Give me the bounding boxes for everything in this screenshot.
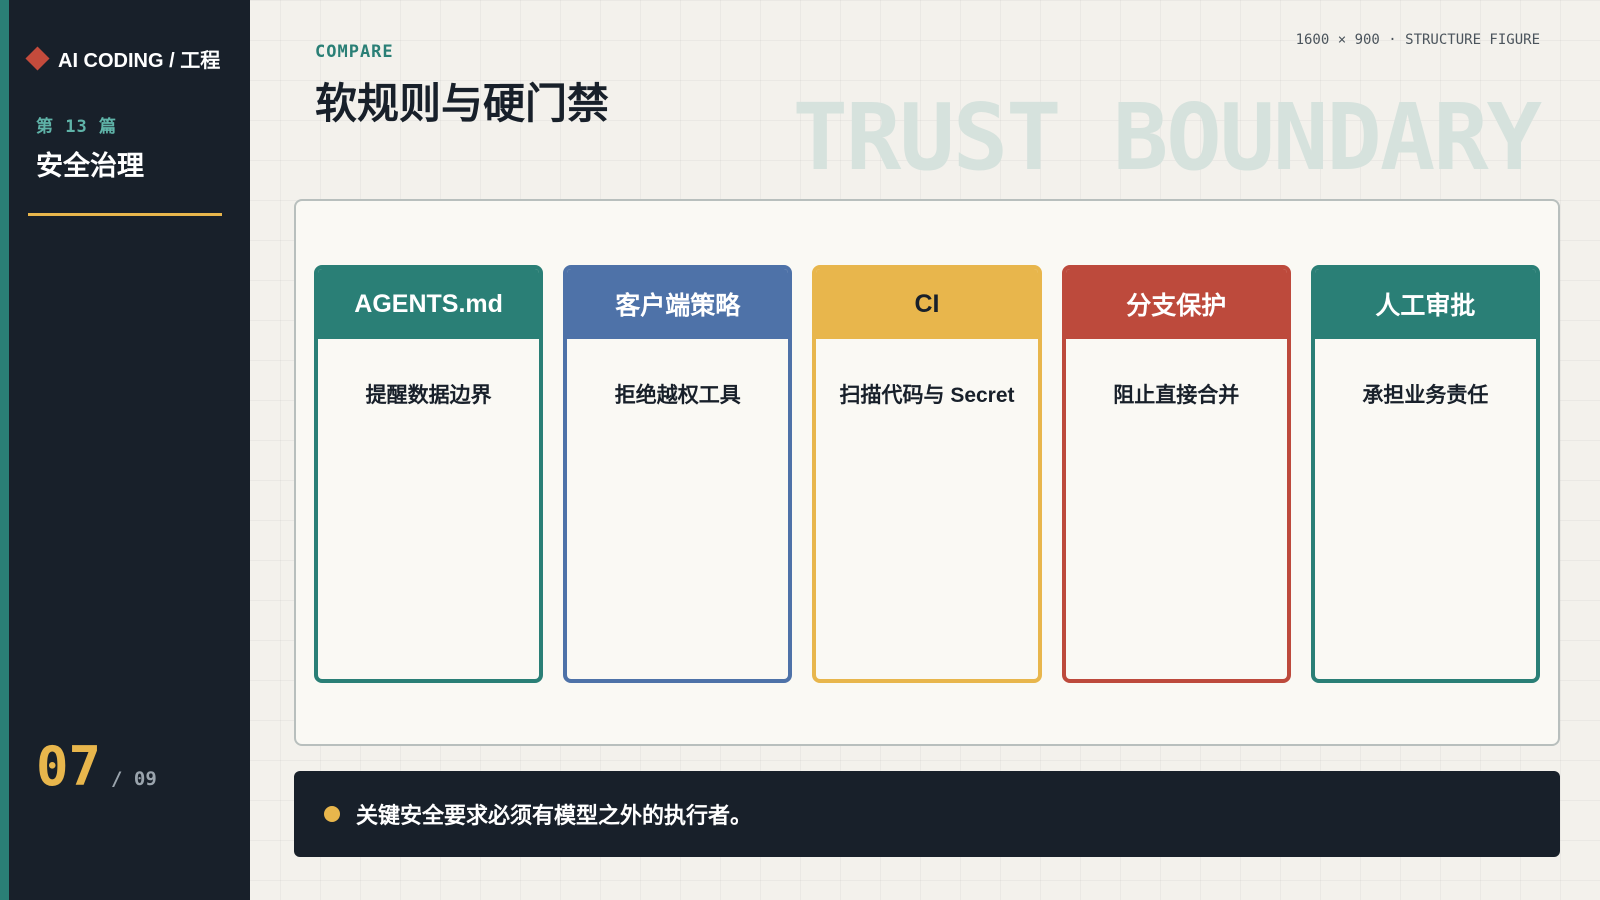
comparison-panel: AGENTS.md 提醒数据边界 客户端策略 拒绝越权工具 CI 扫描代码与 S… xyxy=(294,199,1560,746)
sidebar-accent-bar xyxy=(0,0,9,900)
column-header: 人工审批 xyxy=(1314,269,1537,339)
column-human-approval: 人工审批 承担业务责任 xyxy=(1310,265,1541,683)
header-kicker: COMPARE xyxy=(315,42,394,62)
figure-meta: 1600 × 900 · STRUCTURE FIGURE xyxy=(1295,32,1540,48)
diamond-icon xyxy=(25,46,50,71)
brand-label: AI CODING / 工程 xyxy=(58,50,221,72)
chapter-title: 安全治理 xyxy=(36,151,144,182)
column-header: 客户端策略 xyxy=(567,269,789,339)
column-agents-md: AGENTS.md 提醒数据边界 xyxy=(314,265,544,683)
column-body: 提醒数据边界 xyxy=(365,384,492,407)
key-note: 关键安全要求必须有模型之外的执行者。 xyxy=(294,771,1560,857)
column-ci: CI 扫描代码与 Secret xyxy=(812,265,1042,683)
watermark: TRUST BOUNDARY xyxy=(792,84,1542,191)
column-body: 阻止直接合并 xyxy=(1113,384,1240,407)
page-counter: 07 / 09 xyxy=(36,740,157,794)
column-header: CI xyxy=(816,269,1038,339)
column-list: AGENTS.md 提醒数据边界 客户端策略 拒绝越权工具 CI 扫描代码与 S… xyxy=(314,265,1541,683)
page-current: 07 xyxy=(36,735,102,798)
brand: AI CODING / 工程 xyxy=(25,44,221,73)
sidebar: AI CODING / 工程 第 13 篇 安全治理 07 / 09 xyxy=(0,0,250,900)
sidebar-divider xyxy=(28,213,222,216)
note-text: 关键安全要求必须有模型之外的执行者。 xyxy=(356,804,753,829)
column-body: 承担业务责任 xyxy=(1362,384,1489,407)
column-body: 拒绝越权工具 xyxy=(614,384,741,407)
column-branch-protection: 分支保护 阻止直接合并 xyxy=(1061,265,1291,683)
column-header: AGENTS.md xyxy=(318,269,540,339)
column-body: 扫描代码与 Secret xyxy=(839,384,1015,407)
page-title: 软规则与硬门禁 xyxy=(315,79,610,128)
bullet-dot-icon xyxy=(324,806,340,822)
chapter-label: 第 13 篇 xyxy=(36,117,117,137)
column-header: 分支保护 xyxy=(1065,269,1287,339)
page-total: / 09 xyxy=(111,768,157,790)
column-client-policy: 客户端策略 拒绝越权工具 xyxy=(563,265,793,683)
